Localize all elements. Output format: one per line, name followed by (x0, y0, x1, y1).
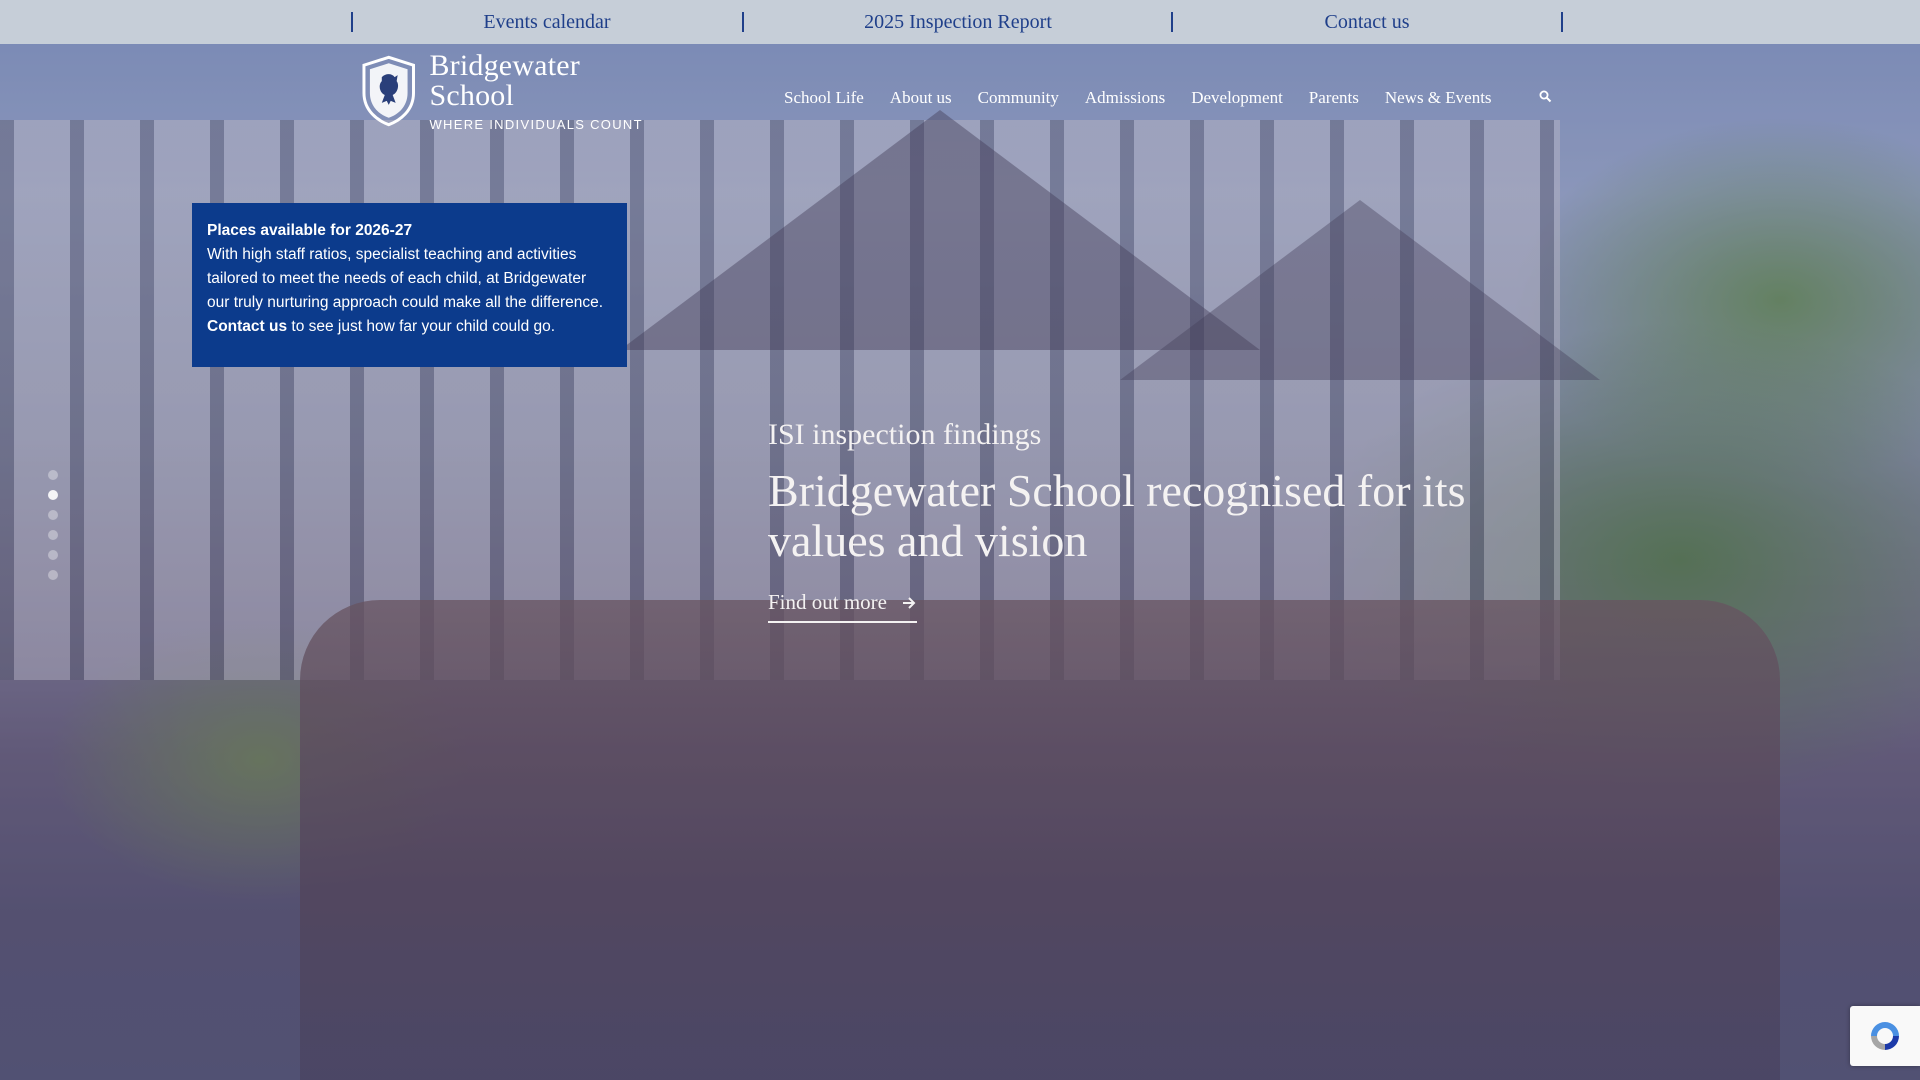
find-out-more-label: Find out more (768, 590, 887, 614)
utility-separator (1561, 12, 1563, 32)
infobox-heading: Places available for 2026-27 (207, 222, 413, 239)
utility-link-events-calendar[interactable]: Events calendar (352, 0, 742, 44)
nav-item-parents[interactable]: Parents (1309, 86, 1359, 110)
nav-item-community[interactable]: Community (978, 86, 1059, 110)
infobox-body-suffix: to see just how far your child could go. (287, 318, 556, 335)
slider-dot[interactable] (48, 530, 58, 540)
slider-dot[interactable] (48, 470, 58, 480)
arrow-right-icon (903, 596, 916, 609)
utility-link-inspection-report[interactable]: 2025 Inspection Report (744, 0, 1172, 44)
hero-caption: ISI inspection findings Bridgewater Scho… (768, 416, 1568, 623)
infobox-contact-link[interactable]: Contact us (207, 318, 287, 335)
recaptcha-icon (1871, 1022, 1899, 1050)
nav-item-news-events[interactable]: News & Events (1385, 86, 1492, 110)
search-icon[interactable] (1538, 89, 1554, 105)
slider-dot[interactable] (48, 570, 58, 580)
logo-tagline: WHERE INDIVIDUALS COUNT (429, 116, 643, 132)
admissions-info-box: Places available for 2026-27 With high s… (192, 203, 627, 367)
nav-item-development[interactable]: Development (1191, 86, 1283, 110)
utility-link-contact-us[interactable]: Contact us (1173, 0, 1561, 44)
slider-dot[interactable] (48, 510, 58, 520)
find-out-more-link[interactable]: Find out more (768, 590, 917, 623)
slider-dots (48, 470, 58, 590)
infobox-body: With high staff ratios, specialist teach… (207, 246, 604, 311)
hero-title: Bridgewater School recognised for its va… (768, 465, 1466, 566)
main-nav: School Life About us Community Admission… (784, 86, 1518, 110)
utility-bar: Events calendar 2025 Inspection Report C… (0, 0, 1920, 44)
crest-icon (362, 55, 415, 127)
recaptcha-badge[interactable] (1850, 1006, 1920, 1066)
slider-dot-active[interactable] (48, 490, 58, 500)
logo-name: Bridgewater School (429, 48, 580, 112)
nav-item-school-life[interactable]: School Life (784, 86, 864, 110)
nav-item-about-us[interactable]: About us (890, 86, 952, 110)
hero-subtitle: ISI inspection findings (768, 418, 1042, 451)
nav-item-admissions[interactable]: Admissions (1085, 86, 1165, 110)
school-logo[interactable]: Bridgewater School WHERE INDIVIDUALS COU… (360, 48, 670, 132)
slider-dot[interactable] (48, 550, 58, 560)
